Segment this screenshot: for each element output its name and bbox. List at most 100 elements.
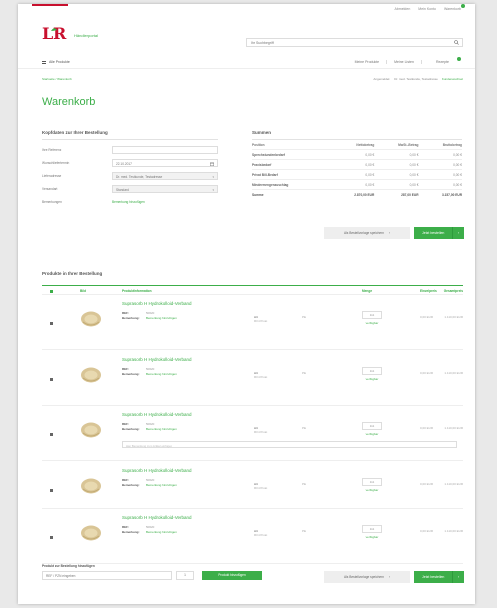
quantity-input[interactable]: 111 [362,525,382,533]
unit-price: 0,00 EUR [420,371,434,375]
sum-cell: Sprechstundenbedarf [252,149,331,160]
product-checkbox[interactable] [50,378,53,381]
delivery-address-select[interactable]: Dr. med. Testkunde, Testadresse ▾ [112,172,218,180]
add-product-label: Produkt zur Bestellung hinzufügen [42,564,95,568]
availability-label: verfügbar [365,535,379,539]
search-icon[interactable] [454,40,459,45]
table-row: Suprasorb H Hydrokolloid-Verband REF: 5062… [42,463,463,509]
cart-link[interactable]: Warenkorb [444,4,465,11]
recipes-badge-icon [457,57,461,61]
note-label: Bemerkung: [122,372,140,376]
add-note-link[interactable]: Bemerkung hinzufügen [146,427,177,431]
product-thumbnail[interactable] [80,310,102,328]
product-checkbox[interactable] [50,322,53,325]
add-note-link[interactable]: Bemerkung hinzufügen [146,530,177,534]
table-row: Suprasorb H Hydrokolloid-Verband REF: 5062… [42,407,463,461]
article-sub: RO-Privat [254,533,268,537]
breadcrumb[interactable]: Startseite / Warenkorb [42,77,72,81]
sums-table: Position Nettobetrag MwSt.-Betrag Brutto… [252,140,462,199]
ref-value: 50620 [146,478,155,482]
add-note-link[interactable]: Bemerkung hinzufügen [146,316,177,320]
add-product-input[interactable]: REF / PZN eingeben [42,571,172,580]
quantity-input[interactable]: 111 [362,422,382,430]
brand-stripe [32,4,68,6]
search-input[interactable] [247,39,437,46]
sum-cell: 0,00 € [418,149,462,160]
total-price: 1.110,00 EUR [444,426,463,430]
select-all-checkbox[interactable] [50,289,53,293]
article-sub: RO-Privat [254,486,268,490]
note-label: Bemerkung: [122,483,140,487]
switch-customer-link[interactable]: Kundenwechsel [442,77,463,81]
quantity-input[interactable]: 111 [362,478,382,486]
quantity-input[interactable]: 111 [362,367,382,375]
product-checkbox[interactable] [50,489,53,492]
table-row: Suprasorb H Hydrokolloid-Verband REF: 5062… [42,510,463,564]
logo-mark: L R [42,24,70,45]
product-thumbnail[interactable] [80,366,102,384]
article-type: Art RO-Privat [254,426,267,434]
sum-cell: 0,00 € [418,169,462,180]
product-meta: REF: 50620 Bemerkung: Bemerkung hinzufügen [122,422,177,432]
product-meta: REF: 50620 Bemerkung: Bemerkung hinzufügen [122,311,177,321]
sum-cell: Mindermengenzuschlag [252,179,331,190]
search-box [246,38,463,47]
item-note-input[interactable]: Hier Bemerkung zum Artikel einfügen [122,441,457,448]
calendar-icon[interactable] [210,162,214,166]
note-label: Bemerkung: [122,316,140,320]
product-thumbnail[interactable] [80,477,102,495]
logo-icon: L R [42,24,68,43]
save-template-button-bottom[interactable]: Als Bestellvorlage speichern › [324,571,410,583]
product-name-link[interactable]: Suprasorb H Hydrokolloid-Verband [122,357,192,362]
sum-cell: 0,00 € [330,179,375,190]
unit-label: PE [302,482,307,486]
nav-recipes[interactable]: Rezepte [420,57,463,64]
product-checkbox[interactable] [50,536,53,539]
reference-row: Ihre Referenz [42,146,218,154]
product-name-link[interactable]: Suprasorb H Hydrokolloid-Verband [122,412,192,417]
delivery-date-input[interactable]: 22.10.2017 [112,159,218,167]
add-note-link[interactable]: Bemerkung hinzufügen [146,483,177,487]
total-price: 1.110,00 EUR [444,315,463,319]
order-now-button-bottom[interactable]: Jetzt bestellen › [414,571,464,583]
all-products-menu[interactable]: Alle Produkte [42,60,70,64]
col-position: Position [252,140,331,150]
product-name-link[interactable]: Suprasorb H Hydrokolloid-Verband [122,515,192,520]
unit-label: PE [302,426,307,430]
sum-cell: 0,00 € [374,149,419,160]
add-product-qty[interactable]: 1 [176,571,194,580]
total-vat: 287,00 EUR [401,192,419,197]
unit-price: 0,00 EUR [420,315,434,319]
total-price: 1.110,00 EUR [444,371,463,375]
sum-cell: 0,00 € [374,159,419,170]
chevron-right-icon: › [452,227,464,239]
ref-value: 50620 [146,311,155,315]
save-template-button[interactable]: Als Bestellvorlage speichern › [324,227,410,239]
add-product-button[interactable]: Produkt hinzufügen [202,571,262,580]
product-checkbox[interactable] [50,433,53,436]
add-remark-link[interactable]: Bemerkung hinzufügen [112,200,145,204]
portal-label: Händlerportal [74,32,99,38]
product-name-link[interactable]: Suprasorb H Hydrokolloid-Verband [122,468,192,473]
logout-link[interactable]: Abmelden [395,7,411,11]
quantity-input[interactable]: 111 [362,311,382,319]
table-row: Privat Bill-Bedarf 0,00 € 0,00 € 0,00 € [252,169,462,180]
logo[interactable]: L R Händlerportal [42,24,99,45]
my-account-link[interactable]: Mein Konto [418,7,436,11]
product-meta: REF: 50620 Bemerkung: Bemerkung hinzufügen [122,367,177,377]
unit-price: 0,00 EUR [420,426,434,430]
ref-value: 50620 [146,525,155,529]
nav-my-products[interactable]: Meine Produkte [348,60,387,64]
product-thumbnail[interactable] [80,421,102,439]
product-name-link[interactable]: Suprasorb H Hydrokolloid-Verband [122,301,192,306]
order-now-button[interactable]: Jetzt bestellen › [414,227,464,239]
remarks-row: Bemerkungen Bemerkung hinzufügen [42,198,218,206]
delivery-date-value: 22.10.2017 [116,161,132,166]
nav-my-lists[interactable]: Meine Listen [386,60,421,64]
col-image: Bild [80,289,87,293]
add-note-link[interactable]: Bemerkung hinzufügen [146,372,177,376]
chevron-right-icon: › [388,575,391,579]
shipping-select[interactable]: Standard ▾ [112,185,218,193]
product-thumbnail[interactable] [80,524,102,542]
reference-input[interactable] [112,146,218,154]
